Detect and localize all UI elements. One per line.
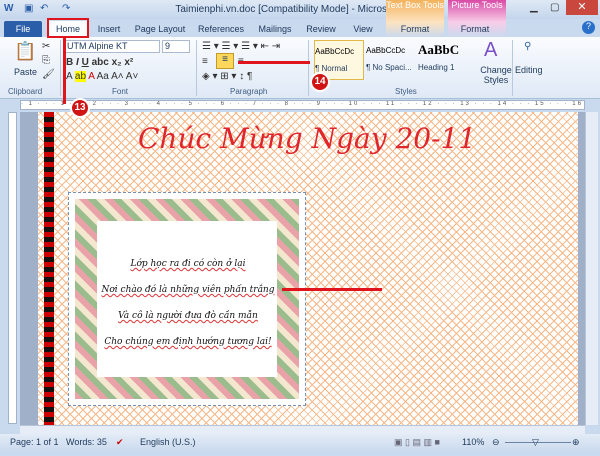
poem-line[interactable]: Nơi chào đó là những viên phấn trắng [69, 285, 307, 295]
tab-review[interactable]: Review [302, 21, 340, 37]
arrow-13 [63, 38, 66, 104]
arrow-to-poem [282, 288, 382, 291]
tab-references[interactable]: References [196, 21, 246, 37]
style-heading-1[interactable]: AaBbC Heading 1 [418, 40, 468, 80]
bold-button[interactable]: B I U abc x₂ x² [66, 57, 133, 68]
find-icon[interactable]: ⚲ [524, 41, 531, 52]
page-border-pattern [44, 112, 54, 425]
document-area: Chúc Mừng Ngày 20-11 Lớp học ra đi có cò… [20, 112, 585, 425]
maximize-button[interactable]: ▢ [550, 2, 559, 13]
step-14-badge: 14 [310, 72, 330, 92]
save-icon[interactable]: ▣ [24, 3, 33, 14]
proofing-icon[interactable]: ✔ [116, 434, 124, 451]
font-color-button[interactable]: A ab A Aa A˄ A˅ [66, 71, 138, 82]
tab-format-picture[interactable]: Format [452, 21, 498, 37]
word-icon: W [4, 3, 14, 14]
vertical-scrollbar[interactable] [585, 112, 598, 425]
poem-line[interactable]: Cho chúng em định hướng tương lai! [69, 337, 307, 347]
group-paragraph: Paragraph [230, 87, 268, 96]
font-size-dropdown[interactable]: 9 [162, 40, 190, 53]
home-tab-highlight [47, 18, 89, 38]
horizontal-ruler[interactable]: · 1 · · · 1 · · · 2 · · · 3 · · · 4 · · … [20, 100, 585, 110]
style-name: ¶ No Spaci... [366, 63, 412, 72]
bullets-icon[interactable]: ☰ ▾ ☰ ▾ ☰ ▾ ⇤ ⇥ [202, 41, 280, 52]
word-count[interactable]: Words: 35 [66, 434, 107, 451]
tab-format-textbox[interactable]: Format [392, 21, 438, 37]
tab-file[interactable]: File [4, 21, 42, 37]
poem-line[interactable]: Và cô là người đưa đò cần mẫn [69, 311, 307, 321]
redo-icon[interactable]: ↷ [62, 3, 70, 14]
group-clipboard: Clipboard [8, 87, 43, 96]
status-bar: Page: 1 of 1 Words: 35 ✔ English (U.S.) … [0, 434, 600, 451]
horizontal-scrollbar[interactable] [20, 425, 585, 434]
text-box-frame[interactable]: Lớp học ra đi có còn ở lại Nơi chào đó l… [68, 192, 306, 406]
document-heading[interactable]: Chúc Mừng Ngày 20-11 [138, 122, 476, 155]
group-font: Font [112, 87, 129, 96]
style-no-spacing[interactable]: AaBbCcDc ¶ No Spaci... [366, 40, 416, 80]
zoom-level[interactable]: 110% [462, 434, 484, 451]
page: Chúc Mừng Ngày 20-11 Lớp học ra đi có cò… [38, 112, 578, 425]
poem-line[interactable]: Lớp học ra đi có còn ở lại [69, 259, 307, 269]
tab-mailings[interactable]: Mailings [254, 21, 296, 37]
tab-insert[interactable]: Insert [92, 21, 126, 37]
change-styles-icon[interactable]: A [484, 39, 497, 62]
style-sample: AaBbC [418, 42, 460, 57]
tab-page-layout[interactable]: Page Layout [132, 21, 188, 37]
style-sample: AaBbCcDc [315, 47, 355, 56]
center-align-button[interactable]: ≡ [216, 53, 234, 69]
group-styles: Styles [395, 87, 417, 96]
copy-icon[interactable]: ⎘ [42, 55, 50, 66]
style-name: Heading 1 [418, 63, 455, 72]
paste-button[interactable]: Paste [14, 67, 37, 77]
align-left-icon[interactable]: ≡ [202, 56, 208, 67]
font-name-dropdown[interactable]: UTM Alpine KT [64, 40, 160, 53]
ribbon-tabs: File Home Insert Page Layout References … [0, 19, 600, 37]
step-13-badge: 13 [70, 98, 90, 118]
language[interactable]: English (U.S.) [140, 434, 196, 451]
ribbon: 📋 Paste ✂ ⎘ 🖌 Clipboard UTM Alpine KT 9 … [0, 37, 600, 99]
format-painter-icon[interactable]: 🖌 [42, 69, 55, 80]
paste-icon[interactable]: 📋 [14, 41, 36, 62]
vertical-ruler[interactable] [8, 112, 17, 424]
shading-icon[interactable]: ◈ ▾ ⊞ ▾ ↕ ¶ [202, 71, 252, 82]
change-styles-button[interactable]: Change Styles [478, 65, 514, 85]
title-bar: W ▣ ↶ ↷ Taimienphi.vn.doc [Compatibility… [0, 0, 600, 37]
zoom-in-button[interactable]: ⊕ [572, 434, 580, 451]
help-icon[interactable]: ? [582, 21, 595, 34]
zoom-slider-thumb[interactable]: ▽ [532, 434, 539, 451]
minimize-button[interactable]: ▁ [530, 2, 538, 13]
page-count[interactable]: Page: 1 of 1 [10, 434, 59, 451]
zoom-out-button[interactable]: ⊖ [492, 434, 500, 451]
cut-icon[interactable]: ✂ [42, 41, 50, 52]
tab-view[interactable]: View [348, 21, 378, 37]
style-sample: AaBbCcDc [366, 46, 406, 55]
close-button[interactable]: ✕ [566, 0, 598, 15]
flower-frame-image [75, 199, 299, 399]
editing-button[interactable]: Editing [515, 65, 543, 75]
undo-icon[interactable]: ↶ [40, 3, 48, 14]
view-buttons[interactable]: ▣ ▯ ▤ ▥ ■ [394, 434, 440, 451]
arrow-14 [238, 61, 310, 64]
